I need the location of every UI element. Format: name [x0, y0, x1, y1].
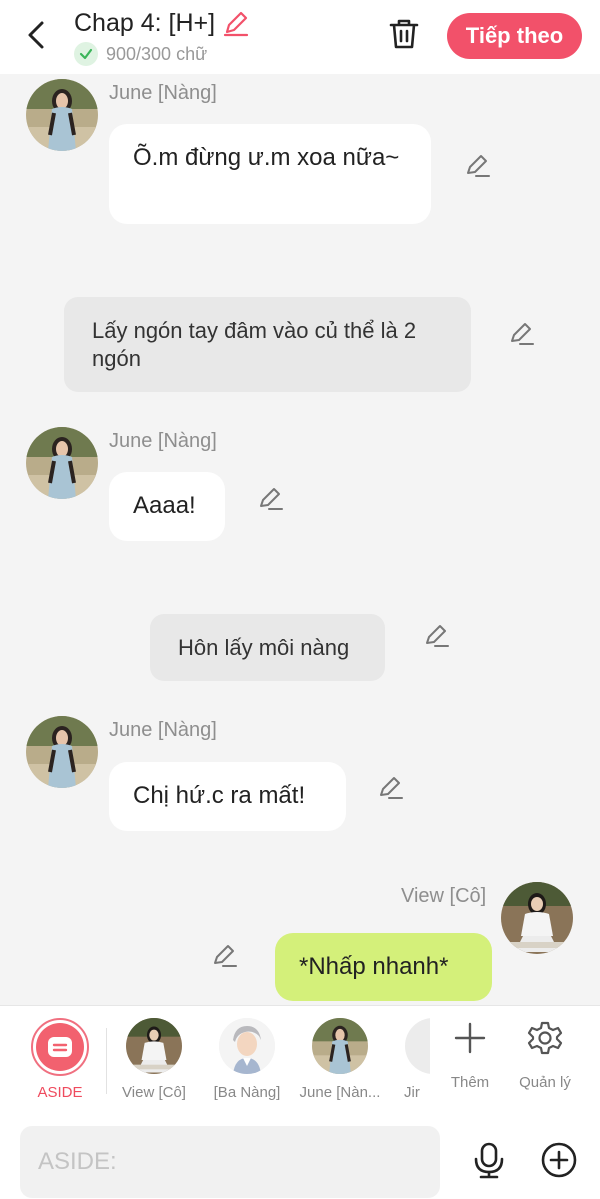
narration-bubble[interactable]: Hôn lấy môi nàng — [150, 614, 385, 681]
manage-button[interactable]: Quản lý — [505, 1006, 585, 1116]
more-label: Thêm — [450, 1074, 490, 1091]
character-partial[interactable]: Jir — [388, 1006, 461, 1116]
avatar-june — [312, 1018, 368, 1074]
character-label: View [Cô] — [122, 1084, 186, 1101]
edit-message-icon[interactable] — [463, 152, 491, 180]
edit-message-icon[interactable] — [210, 942, 238, 970]
aside-selector[interactable] — [31, 1018, 89, 1076]
narration-bubble[interactable]: Lấy ngón tay đâm vào củ thể là 2 ngón — [64, 297, 471, 392]
trash-icon[interactable] — [386, 16, 422, 52]
add-circle-icon[interactable] — [540, 1141, 578, 1179]
message-bubble[interactable]: Chị hứ.c ra mất! — [109, 762, 346, 831]
word-count: 900/300 chữ — [106, 43, 208, 64]
character-label: June [Nàn... — [299, 1084, 381, 1101]
more-button[interactable]: Thêm — [430, 1006, 510, 1116]
message-input[interactable] — [20, 1126, 440, 1198]
next-button[interactable]: Tiếp theo — [447, 13, 582, 59]
message-bubble[interactable]: Aaaa! — [109, 472, 225, 541]
character-view[interactable]: View [Cô] — [109, 1006, 199, 1116]
edit-message-icon[interactable] — [376, 774, 404, 802]
avatar-view — [126, 1018, 182, 1074]
edit-narration-icon[interactable] — [422, 622, 450, 650]
avatar-view[interactable] — [501, 882, 573, 954]
gear-icon — [527, 1021, 563, 1055]
sender-name: June [Nàng] — [109, 82, 217, 104]
character-june[interactable]: June [Nàn... — [295, 1006, 385, 1116]
chapter-title[interactable]: Chap 4: [H+] — [74, 9, 215, 38]
sender-name: June [Nàng] — [109, 430, 217, 452]
manage-label: Quản lý — [519, 1074, 571, 1091]
character-selector-bar: ASIDE View [Cô] [Ba Nàng] June [Nàn... J… — [0, 1005, 600, 1116]
own-message-bubble[interactable]: *Nhấp nhanh* — [275, 933, 492, 1001]
edit-narration-icon[interactable] — [507, 320, 535, 348]
top-bar: Chap 4: [H+] 900/300 chữ Tiếp theo — [0, 0, 600, 74]
word-count-row: 900/300 chữ — [74, 42, 207, 66]
plus-icon — [454, 1022, 486, 1054]
character-label: Jir — [404, 1084, 420, 1101]
character-ba-nang[interactable]: [Ba Nàng] — [202, 1006, 292, 1116]
divider — [106, 1028, 107, 1094]
aside-icon — [36, 1023, 84, 1071]
chapter-title-row: Chap 4: [H+] — [74, 8, 251, 38]
avatar-june[interactable] — [26, 427, 98, 499]
avatar-june[interactable] — [26, 79, 98, 151]
sender-name: View [Cô] — [401, 885, 487, 907]
edit-message-icon[interactable] — [256, 485, 284, 513]
sender-name: June [Nàng] — [109, 719, 217, 741]
back-arrow-icon[interactable] — [22, 18, 52, 52]
character-label: [Ba Nàng] — [213, 1084, 281, 1101]
microphone-icon[interactable] — [470, 1141, 508, 1179]
edit-title-icon[interactable] — [221, 8, 251, 38]
message-bubble[interactable]: Õ.m đừng ư.m xoa nữa~ — [109, 124, 431, 224]
aside-label: ASIDE — [37, 1084, 83, 1101]
avatar-ba-nang — [219, 1018, 275, 1074]
avatar-june[interactable] — [26, 716, 98, 788]
check-icon — [74, 42, 98, 66]
composer-bar — [0, 1115, 600, 1199]
